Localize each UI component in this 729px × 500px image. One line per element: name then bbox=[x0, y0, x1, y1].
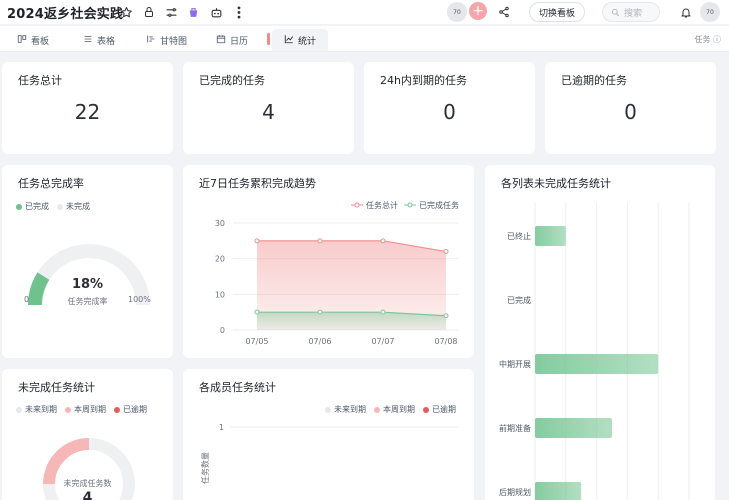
task-filter-label[interactable]: 任务 ⓘ bbox=[694, 34, 721, 45]
y-tick-label: 20 bbox=[215, 255, 225, 264]
donut-center-label: 未完成任务数 bbox=[63, 479, 112, 488]
tab-label: 看板 bbox=[31, 36, 50, 47]
data-point bbox=[443, 313, 449, 319]
tab-board[interactable]: 看板 bbox=[17, 29, 49, 51]
stat-card-due-24h: 24h内到期的任务 0 bbox=[364, 62, 535, 154]
bar bbox=[535, 482, 582, 500]
completion-rate-card: 任务总完成率 已完成 未完成 18% 任务完成率 0 100% bbox=[2, 165, 173, 358]
tab-label: 表格 bbox=[97, 36, 116, 47]
stat-label: 任务总计 bbox=[18, 74, 62, 87]
view-tabs: 看板 表格 甘特图 日历 统计 任务 ⓘ bbox=[0, 26, 729, 52]
stat-value: 4 bbox=[262, 100, 275, 124]
y-tick-label: 10 bbox=[215, 290, 225, 299]
bar bbox=[535, 226, 566, 246]
unfinished-tasks-card: 未完成任务统计 未来到期 本周到期 已逾期 未完成任务数 4 bbox=[2, 369, 173, 500]
line-chart-icon bbox=[284, 34, 294, 47]
stat-label: 已完成的任务 bbox=[199, 74, 265, 87]
data-point bbox=[380, 238, 386, 244]
bar bbox=[535, 354, 659, 374]
tab-label: 甘特图 bbox=[160, 36, 188, 47]
legend-label: 已完成任务 bbox=[419, 200, 459, 210]
y-tick-label: 1 bbox=[219, 423, 224, 432]
y-tick-label: 前期准备 bbox=[499, 423, 531, 433]
stat-card-overdue: 已逾期的任务 0 bbox=[545, 62, 716, 154]
star-icon[interactable] bbox=[119, 5, 133, 19]
gauge-min-label: 0 bbox=[24, 295, 30, 304]
robot-icon[interactable] bbox=[209, 5, 223, 19]
tab-gantt[interactable]: 甘特图 bbox=[146, 29, 187, 51]
data-point bbox=[317, 309, 323, 315]
data-point bbox=[254, 238, 260, 244]
y-tick-label: 中期开展 bbox=[499, 359, 531, 369]
y-tick-label: 后期规划 bbox=[499, 487, 531, 497]
tab-calendar[interactable]: 日历 bbox=[216, 29, 248, 51]
page-title: 2024返乡社会实践 bbox=[7, 7, 124, 22]
data-point bbox=[317, 238, 323, 244]
completion-percent: 18% bbox=[71, 277, 104, 292]
gantt-icon bbox=[146, 34, 156, 47]
tab-table[interactable]: 表格 bbox=[83, 29, 115, 51]
calendar-icon bbox=[216, 34, 226, 47]
tab-statistics[interactable]: 统计 bbox=[272, 29, 329, 51]
data-point bbox=[254, 309, 260, 315]
stat-card-total: 任务总计 22 bbox=[2, 62, 173, 154]
tab-label: 日历 bbox=[230, 36, 249, 47]
stat-value: 0 bbox=[624, 100, 637, 124]
y-tick-label: 已完成 bbox=[507, 295, 531, 305]
search-placeholder: 搜索 bbox=[624, 8, 643, 19]
x-tick-label: 07/05 bbox=[245, 337, 268, 346]
user-avatar[interactable]: 70 bbox=[700, 2, 720, 22]
trend-chart: 任务数量 010203007/0507/0607/0707/08任务总计已完成任… bbox=[215, 200, 459, 346]
series-area bbox=[257, 312, 446, 330]
trend-chart-card: 近7日任务累积完成趋势 任务数量 010203007/0507/0607/070… bbox=[183, 165, 474, 358]
donut-center-value: 4 bbox=[82, 490, 93, 500]
lock-icon[interactable] bbox=[142, 5, 156, 19]
share-icon[interactable] bbox=[497, 5, 511, 19]
stat-label: 24h内到期的任务 bbox=[380, 74, 467, 87]
x-tick-label: 07/07 bbox=[371, 337, 394, 346]
x-tick-label: 07/06 bbox=[308, 337, 331, 346]
data-point bbox=[443, 249, 449, 255]
legend-marker bbox=[354, 202, 360, 208]
y-tick-label: 30 bbox=[215, 219, 225, 228]
legend-marker bbox=[407, 202, 413, 208]
member-stats-card: 各成员任务统计 未来到期 本周到期 已逾期 1 任务数量 bbox=[183, 369, 474, 500]
top-bar: 2024返乡社会实践 70 + 切换看板 搜索 70 bbox=[0, 0, 729, 24]
y-tick-label: 0 bbox=[220, 326, 225, 335]
stat-value: 22 bbox=[74, 100, 101, 124]
y-tick-label: 已终止 bbox=[507, 231, 531, 241]
data-point bbox=[380, 309, 386, 315]
theme-icon[interactable] bbox=[186, 5, 200, 19]
switch-board-button[interactable]: 切换看板 bbox=[529, 2, 585, 22]
bar bbox=[535, 418, 612, 438]
x-tick-label: 07/08 bbox=[434, 337, 457, 346]
board-icon bbox=[17, 34, 27, 47]
notification-bell-icon[interactable] bbox=[679, 5, 693, 19]
stat-label: 已逾期的任务 bbox=[561, 74, 627, 87]
member-avatar[interactable]: 70 bbox=[447, 2, 467, 22]
table-icon bbox=[83, 34, 93, 47]
y-axis-label: 任务数量 bbox=[200, 452, 210, 484]
tab-label: 统计 bbox=[298, 36, 317, 47]
search-icon bbox=[611, 8, 620, 16]
member-chart: 1 任务数量 bbox=[200, 423, 459, 484]
gauge-max-label: 100% bbox=[128, 295, 151, 304]
add-member-button[interactable]: + bbox=[469, 2, 487, 20]
tab-color-marker bbox=[267, 33, 270, 45]
search-input[interactable]: 搜索 bbox=[602, 2, 660, 22]
filter-settings-icon[interactable] bbox=[164, 5, 178, 19]
stat-card-completed: 已完成的任务 4 bbox=[183, 62, 354, 154]
stat-value: 0 bbox=[443, 100, 456, 124]
more-icon[interactable] bbox=[232, 5, 246, 19]
legend-label: 任务总计 bbox=[366, 200, 398, 210]
list-bar-chart-card: 各列表未完成任务统计 已终止 已完成 中期开展 前期准备 后期规划 bbox=[485, 165, 715, 500]
card-title: 任务总完成率 bbox=[18, 177, 84, 190]
list-bar-chart: 已终止已完成中期开展前期准备后期规划 bbox=[499, 203, 690, 500]
